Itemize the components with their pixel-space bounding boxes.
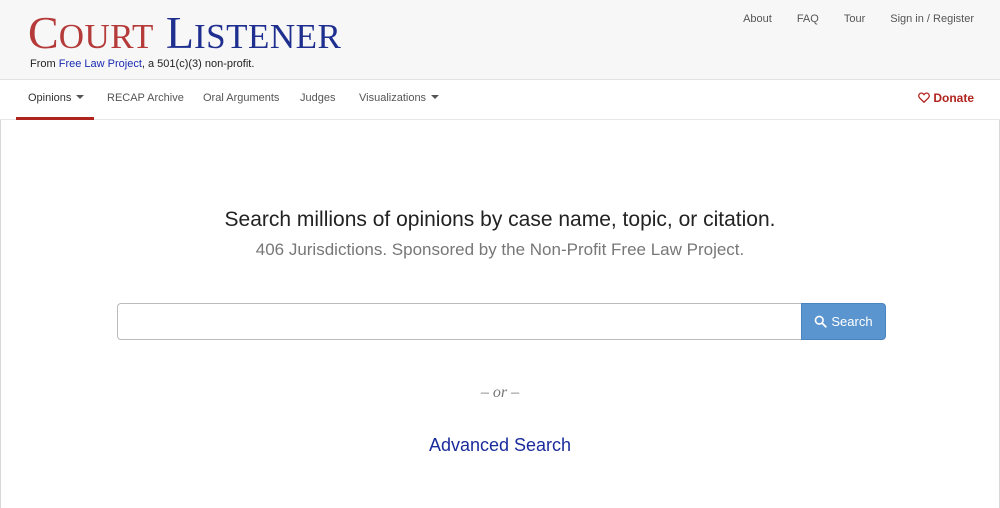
nav-judges[interactable]: Judges — [300, 80, 335, 120]
page-subheadline: 406 Jurisdictions. Sponsored by the Non-… — [255, 240, 745, 259]
site-header: COURT LISTENER From Free Law Project, a 5… — [0, 0, 1000, 80]
nav-visualizations-label: Visualizations — [359, 92, 427, 104]
top-links: About FAQ Tour Sign in / Register — [718, 13, 974, 25]
courtlistener-logo[interactable]: COURT LISTENER — [28, 10, 341, 56]
nav-oral-arguments-label: Oral Arguments — [203, 92, 280, 104]
search-button[interactable]: Search — [801, 303, 886, 340]
free-law-project-link[interactable]: Free Law Project — [59, 58, 142, 70]
advanced-search-link[interactable]: Advanced Search — [0, 435, 1000, 456]
nav-opinions[interactable]: Opinions — [16, 80, 94, 120]
logo-letter-l: L — [165, 7, 194, 58]
heart-icon — [918, 92, 931, 104]
search-button-label: Search — [831, 314, 873, 329]
nav-judges-label: Judges — [300, 92, 336, 104]
search-icon — [815, 315, 828, 328]
tour-link[interactable]: Tour — [844, 13, 865, 25]
caret-down-icon — [76, 95, 85, 100]
logo-word-ourt: OURT — [58, 17, 154, 56]
nav-oral-arguments[interactable]: Oral Arguments — [203, 80, 279, 120]
nav-recap-archive-label: RECAP Archive — [107, 92, 184, 104]
nav-opinions-label: Opinions — [28, 92, 72, 104]
main-nav: Opinions RECAP Archive Oral Arguments Ju… — [0, 80, 1000, 120]
faq-link[interactable]: FAQ — [797, 13, 819, 25]
caret-down-icon — [431, 95, 440, 100]
sign-in-register-link[interactable]: Sign in / Register — [890, 13, 974, 25]
tagline-prefix: From — [30, 58, 59, 70]
donate-label: Donate — [933, 91, 974, 105]
tagline-suffix: , a 501(c)(3) non-profit. — [141, 58, 255, 70]
tagline: From Free Law Project, a 501(c)(3) non-p… — [30, 58, 254, 70]
nav-recap-archive[interactable]: RECAP Archive — [107, 80, 184, 120]
or-divider: – or – — [480, 384, 520, 401]
search-input[interactable] — [117, 303, 801, 340]
donate-button[interactable]: Donate — [918, 80, 974, 120]
logo-letter-c: C — [28, 7, 59, 58]
nav-visualizations[interactable]: Visualizations — [359, 80, 440, 120]
logo-word-istener: ISTENER — [193, 17, 342, 56]
page-headline: Search millions of opinions by case name… — [224, 208, 776, 231]
about-link[interactable]: About — [743, 13, 772, 25]
search-form: Search — [117, 303, 886, 340]
